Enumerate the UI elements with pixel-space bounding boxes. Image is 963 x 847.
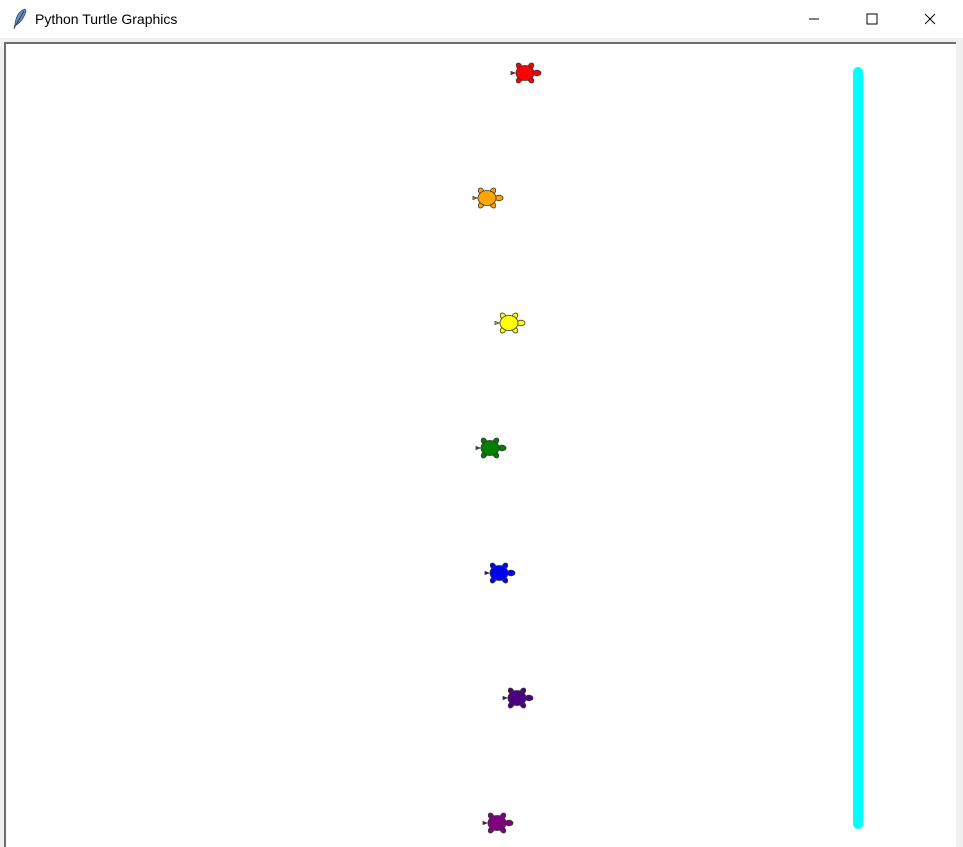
turtle-4 xyxy=(475,437,507,459)
window-title: Python Turtle Graphics xyxy=(35,11,178,27)
feather-icon xyxy=(11,8,29,30)
minimize-button[interactable] xyxy=(785,0,843,38)
minimize-icon xyxy=(809,18,819,20)
maximize-button[interactable] xyxy=(843,0,901,38)
turtle-5 xyxy=(484,562,516,584)
maximize-icon xyxy=(866,13,878,25)
turtle-1 xyxy=(510,62,542,84)
turtle-7 xyxy=(482,812,514,834)
turtle-6 xyxy=(502,687,534,709)
close-button[interactable] xyxy=(901,0,959,38)
close-icon xyxy=(924,13,936,25)
turtle-2 xyxy=(472,187,504,209)
turtle-3 xyxy=(494,312,526,334)
turtle-scene xyxy=(472,62,863,834)
turtle-canvas[interactable] xyxy=(4,42,956,847)
title-bar[interactable]: Python Turtle Graphics xyxy=(0,0,963,38)
turtle-layer xyxy=(472,62,542,834)
